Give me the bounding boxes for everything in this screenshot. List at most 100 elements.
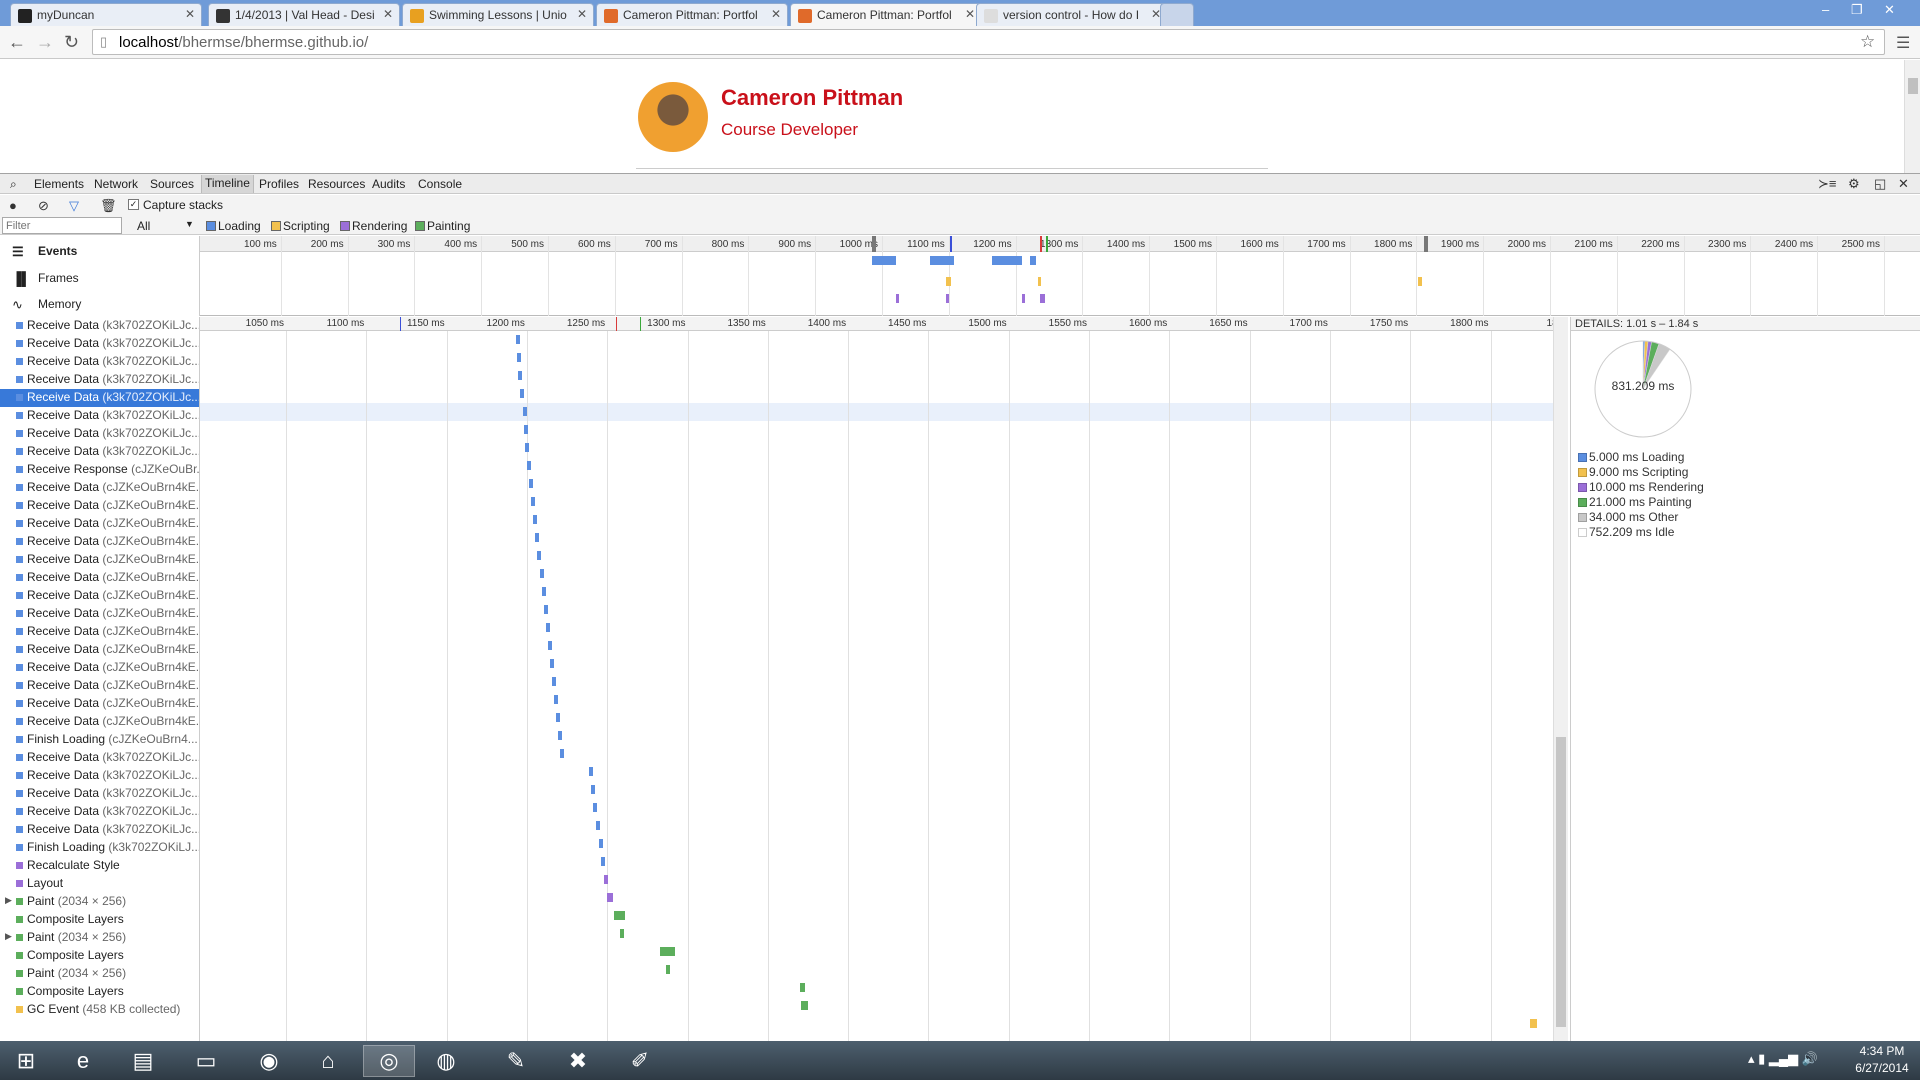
close-icon[interactable]: ✕ [1898,176,1909,192]
back-icon[interactable]: ← [8,32,26,53]
record-row[interactable]: Receive Data (cJZKeOuBrn4kE... [0,659,199,677]
record-row[interactable]: Receive Data (cJZKeOuBrn4kE... [0,497,199,515]
grid-event-bar[interactable] [518,371,522,380]
page-scrollbar[interactable] [1904,60,1920,173]
grid-event-bar[interactable] [558,731,562,740]
record-row[interactable]: Receive Data (cJZKeOuBrn4kE... [0,713,199,731]
record-row[interactable]: Receive Data (k3k702ZOKiLJc... [0,803,199,821]
browser-tab[interactable]: Cameron Pittman: Portfol ✕ [596,3,788,26]
grid-event-bar[interactable] [535,533,539,542]
internet-explorer-icon[interactable]: e [57,1045,109,1077]
chrome-menu-icon[interactable]: ☰ [1896,33,1910,53]
grid-event-bar[interactable] [560,749,564,758]
chrome-icon[interactable]: ◎ [363,1045,415,1077]
devtools-tab-sources[interactable]: Sources [150,177,194,191]
grid-event-bar[interactable] [591,785,595,794]
home-icon[interactable]: ⌂ [302,1045,354,1077]
clock-time[interactable]: 4:34 PM [1852,1044,1912,1058]
grid-event-bar[interactable] [533,515,537,524]
maximize-button[interactable]: ❐ [1851,2,1863,18]
capture-stacks-checkbox[interactable]: ✓ [128,199,139,210]
record-row[interactable]: Receive Data (k3k702ZOKiLJc... [0,389,199,407]
record-row[interactable]: ▶ Paint (2034 × 256) [0,929,199,947]
devtools-tab-profiles[interactable]: Profiles [259,177,299,191]
record-row[interactable]: Recalculate Style [0,857,199,875]
forward-icon[interactable]: → [36,32,54,53]
record-row[interactable]: ▶ Paint (2034 × 256) [0,893,199,911]
clear-icon[interactable]: ⊘ [38,198,49,214]
record-row[interactable]: Receive Data (k3k702ZOKiLJc... [0,749,199,767]
grid-event-bar[interactable] [520,389,524,398]
grid-event-bar[interactable] [531,497,535,506]
category-filter-scripting[interactable]: Scripting [271,219,330,233]
grid-scrollbar[interactable] [1553,317,1568,1042]
record-row[interactable]: Layout [0,875,199,893]
record-row[interactable]: Receive Data (cJZKeOuBrn4kE... [0,479,199,497]
minimize-button[interactable]: – [1822,2,1829,17]
paint-icon[interactable]: ✐ [614,1045,666,1077]
steam-icon[interactable]: ◍ [420,1045,472,1077]
record-row[interactable]: Receive Data (cJZKeOuBrn4kE... [0,677,199,695]
grid-event-bar[interactable] [666,965,670,974]
category-checkbox[interactable] [206,221,216,231]
record-row[interactable]: Receive Data (k3k702ZOKiLJc... [0,785,199,803]
devtools-tab-network[interactable]: Network [94,177,138,191]
record-row[interactable]: Receive Data (k3k702ZOKiLJc... [0,767,199,785]
grid-event-bar[interactable] [554,695,558,704]
category-checkbox[interactable] [271,221,281,231]
record-row[interactable]: Paint (2034 × 256) [0,965,199,983]
record-row[interactable]: Receive Data (k3k702ZOKiLJc... [0,335,199,353]
grid-event-bar[interactable] [593,803,597,812]
browser-tab[interactable]: Swimming Lessons | Unio ✕ [402,3,594,26]
record-row[interactable]: Receive Data (k3k702ZOKiLJc... [0,821,199,839]
system-tray-icons[interactable]: ▴ ▮ ▂▄▆ 🔊 [1748,1051,1818,1067]
record-row[interactable]: Receive Data (cJZKeOuBrn4kE... [0,533,199,551]
record-row[interactable]: Composite Layers [0,983,199,1001]
record-row[interactable]: GC Event (458 KB collected) [0,1001,199,1019]
xampp-icon[interactable]: ✖ [552,1045,604,1077]
windows-start-icon[interactable]: ⊞ [0,1045,52,1077]
address-bar[interactable]: ▯ localhost/bhermse/bhermse.github.io/ [92,29,1885,55]
record-row[interactable]: Receive Data (cJZKeOuBrn4kE... [0,569,199,587]
search-icon[interactable]: ⌕ [10,177,17,192]
record-row[interactable]: Receive Data (k3k702ZOKiLJc... [0,443,199,461]
grid-event-bar[interactable] [524,425,528,434]
grid-event-bar[interactable] [527,461,531,470]
grid-event-bar[interactable] [550,659,554,668]
mode-memory[interactable]: ∿ Memory [0,291,199,317]
grid-event-bar[interactable] [601,857,605,866]
grid-event-bar[interactable] [660,947,675,956]
grid-event-bar[interactable] [548,641,552,650]
type-select[interactable]: All [137,219,150,233]
close-window-button[interactable]: ✕ [1884,2,1895,18]
console-drawer-icon[interactable]: ≻≡ [1818,176,1836,192]
expand-triangle-icon[interactable]: ▶ [5,895,12,906]
record-row[interactable]: Receive Data (cJZKeOuBrn4kE... [0,695,199,713]
clock-date[interactable]: 6/27/2014 [1852,1061,1912,1075]
devtools-tab-timeline[interactable]: Timeline [201,175,254,193]
tab-close-icon[interactable]: ✕ [771,7,781,21]
grid-event-bar[interactable] [599,839,603,848]
record-row[interactable]: Receive Data (k3k702ZOKiLJc... [0,371,199,389]
record-icon[interactable]: ● [9,198,17,213]
bookmark-star-icon[interactable]: ☆ [1860,32,1875,52]
devtools-tab-elements[interactable]: Elements [34,177,84,191]
grid-event-bar[interactable] [552,677,556,686]
category-checkbox[interactable] [415,221,425,231]
tab-close-icon[interactable]: ✕ [383,7,393,21]
record-row[interactable]: Receive Response (cJZKeOuBr... [0,461,199,479]
grid-event-bar[interactable] [803,1001,808,1010]
record-row[interactable]: Receive Data (cJZKeOuBrn4kE... [0,551,199,569]
dock-icon[interactable]: ◱ [1874,176,1886,192]
record-row[interactable]: Composite Layers [0,947,199,965]
grid-event-bar[interactable] [529,479,533,488]
record-row[interactable]: Composite Layers [0,911,199,929]
grid-event-bar[interactable] [517,353,521,362]
category-checkbox[interactable] [340,221,350,231]
record-row[interactable]: Receive Data (cJZKeOuBrn4kE... [0,587,199,605]
filter-input[interactable] [2,217,122,234]
record-row[interactable]: Receive Data (k3k702ZOKiLJc... [0,317,199,335]
page-scroll-thumb[interactable] [1908,78,1918,94]
devtools-tab-console[interactable]: Console [418,177,462,191]
reload-icon[interactable]: ↻ [64,32,79,53]
